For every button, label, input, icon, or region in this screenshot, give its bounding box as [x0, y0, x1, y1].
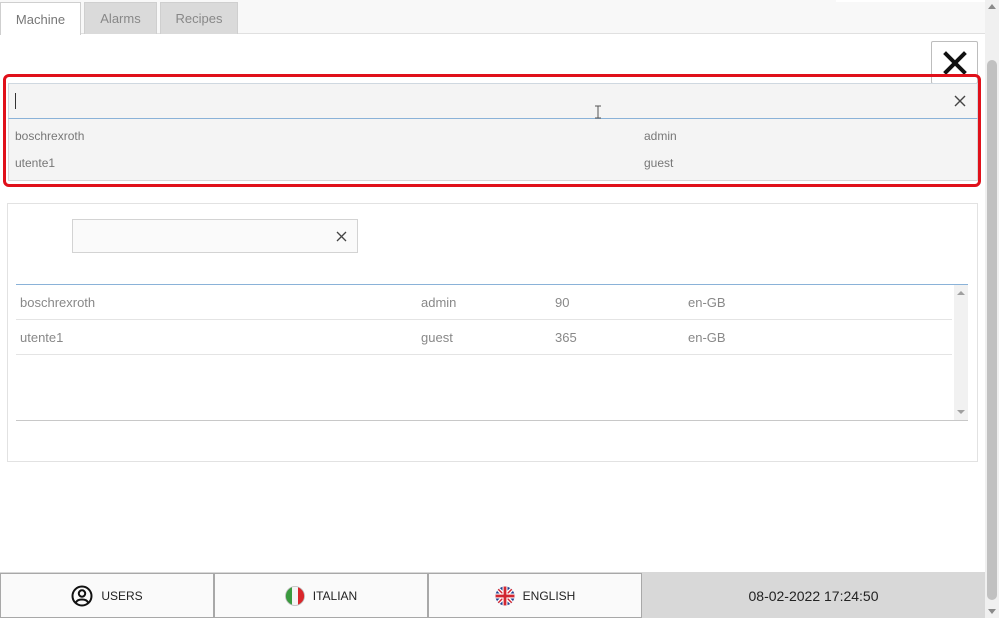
- scrollbar-thumb[interactable]: [987, 60, 997, 600]
- italian-button[interactable]: ITALIAN: [214, 573, 428, 618]
- cell-days: 90: [555, 295, 570, 310]
- table-row[interactable]: utente1 guest 365 en-GB: [16, 320, 952, 355]
- page-scrollbar[interactable]: [985, 0, 999, 618]
- uk-flag-icon: [495, 586, 515, 605]
- users-button-label: USERS: [101, 588, 143, 603]
- close-icon: [942, 50, 967, 75]
- scroll-down-arrow-icon[interactable]: [988, 609, 996, 614]
- scroll-up-arrow-icon[interactable]: [988, 4, 996, 9]
- cell-user: utente1: [20, 330, 64, 345]
- scroll-up-arrow-icon[interactable]: [957, 291, 965, 295]
- clear-filter-icon[interactable]: [335, 230, 348, 243]
- table-scrollbar[interactable]: [954, 285, 968, 420]
- cell-language: en-GB: [688, 330, 726, 345]
- cell-language: en-GB: [688, 295, 726, 310]
- scroll-down-arrow-icon[interactable]: [957, 410, 965, 414]
- highlight-frame: [3, 74, 981, 187]
- tab-alarms[interactable]: Alarms: [84, 2, 157, 34]
- italy-flag-icon: [284, 585, 305, 606]
- filter-input[interactable]: [72, 219, 358, 253]
- italian-button-label: ITALIAN: [312, 588, 358, 603]
- app-window: Machine Alarms Recipes boschrexroth admi…: [0, 0, 999, 618]
- datetime-display: 08-02-2022 17:24:50: [748, 587, 879, 604]
- tab-bar-filler: [836, 0, 985, 2]
- english-button[interactable]: ENGLISH: [428, 573, 642, 618]
- cell-role: admin: [421, 295, 457, 310]
- tab-recipes[interactable]: Recipes: [160, 2, 238, 34]
- user-icon: [71, 585, 93, 606]
- users-table: boschrexroth admin 90 en-GB utente1 gues…: [16, 284, 968, 421]
- cell-role: guest: [421, 330, 453, 345]
- table-row[interactable]: boschrexroth admin 90 en-GB: [16, 285, 952, 320]
- tab-machine[interactable]: Machine: [0, 2, 81, 35]
- english-button-label: ENGLISH: [522, 588, 576, 603]
- cell-user: boschrexroth: [20, 295, 96, 310]
- cell-days: 365: [555, 330, 577, 345]
- users-button[interactable]: USERS: [0, 573, 214, 618]
